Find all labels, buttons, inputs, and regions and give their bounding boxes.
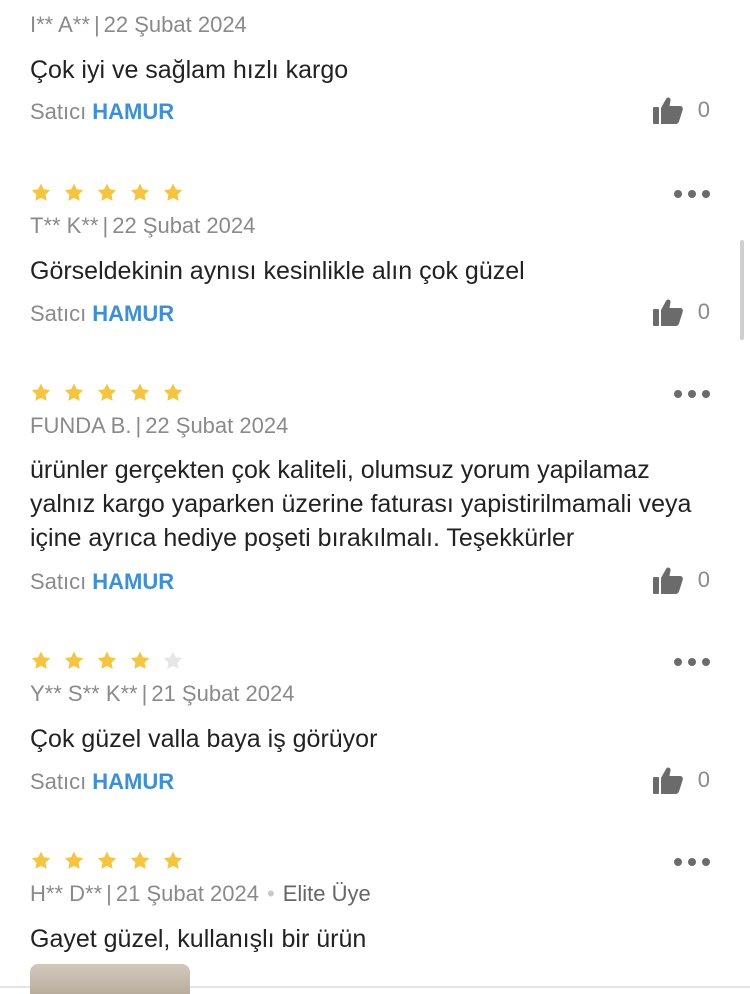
- like-count: 0: [697, 567, 710, 592]
- star-icon: [97, 383, 117, 401]
- review-item: Y** S** K** | 21 Şubat 2024 Çok güzel vall…: [0, 618, 750, 820]
- like-count: 0: [697, 97, 710, 122]
- more-options-icon[interactable]: [674, 656, 710, 668]
- star-icon: [130, 651, 150, 669]
- seller-label: Satıcı: [30, 301, 87, 326]
- seller-label: Satıcı: [30, 99, 87, 124]
- like-button[interactable]: 0: [652, 765, 710, 795]
- review-author: H** D**: [30, 881, 103, 906]
- review-item: I** A** | 22 Şubat 2024 Çok iyi ve sağlam …: [0, 0, 750, 152]
- more-options-icon[interactable]: [674, 856, 710, 868]
- meta-separator: |: [93, 12, 100, 37]
- seller-link[interactable]: HAMUR: [92, 769, 174, 794]
- star-icon: [130, 183, 150, 201]
- seller-info: Satıcı HAMUR: [30, 99, 174, 125]
- meta-separator: |: [135, 413, 142, 438]
- star-icon: [163, 851, 183, 869]
- review-comment: Çok güzel valla baya iş görüyor: [30, 725, 378, 753]
- thumbs-up-shape: [652, 299, 683, 326]
- rating-stars: [30, 850, 184, 872]
- seller-link[interactable]: HAMUR: [92, 99, 174, 124]
- review-date: 22 Şubat 2024: [112, 213, 256, 238]
- meta-dot: •: [267, 881, 275, 906]
- review-photo-thumbnail[interactable]: [30, 964, 190, 994]
- review-meta: I** A** | 22 Şubat 2024: [30, 12, 247, 38]
- star-icon: [64, 851, 84, 869]
- seller-label: Satıcı: [30, 769, 87, 794]
- like-count: 0: [697, 767, 710, 792]
- review-date: 22 Şubat 2024: [145, 413, 289, 438]
- thumbs-up-icon: [652, 297, 684, 327]
- thumbs-up-shape: [652, 567, 683, 594]
- seller-info: Satıcı HAMUR: [30, 301, 174, 327]
- meta-separator: |: [106, 881, 112, 906]
- seller-label: Satıcı: [30, 569, 87, 594]
- seller-info: Satıcı HAMUR: [30, 569, 174, 595]
- star-icon: [31, 651, 51, 669]
- star-icon: [64, 383, 84, 401]
- like-button[interactable]: 0: [652, 565, 710, 595]
- thumbs-up-icon: [652, 95, 684, 125]
- thumbs-up-shape: [652, 767, 683, 794]
- review-comment: Gayet güzel, kullanışlı bir ürün: [30, 925, 367, 953]
- seller-info: Satıcı HAMUR: [30, 769, 174, 795]
- seller-link[interactable]: HAMUR: [92, 569, 174, 594]
- review-meta: FUNDA B. | 22 Şubat 2024: [30, 413, 288, 439]
- review-item: T** K** | 22 Şubat 2024 Görseldekinin aynı…: [0, 150, 750, 352]
- star-icon: [130, 851, 150, 869]
- thumbs-up-icon: [652, 765, 684, 795]
- more-options-icon[interactable]: [674, 188, 710, 200]
- review-meta: T** K** | 22 Şubat 2024: [30, 213, 255, 239]
- review-author: Y** S** K**: [30, 681, 138, 706]
- meta-separator: |: [141, 681, 148, 706]
- review-author: FUNDA B.: [30, 413, 132, 438]
- star-icon: [64, 651, 84, 669]
- rating-stars: [30, 650, 184, 672]
- star-icon: [97, 183, 117, 201]
- star-icon: [163, 383, 183, 401]
- review-comment: Çok iyi ve sağlam hızlı kargo: [30, 56, 349, 84]
- rating-stars: [30, 382, 184, 404]
- star-icon: [163, 651, 183, 669]
- star-icon: [97, 851, 117, 869]
- rating-stars: [30, 182, 184, 204]
- star-icon: [163, 183, 183, 201]
- scrollbar[interactable]: [740, 240, 744, 340]
- review-date: 21 Şubat 2024: [151, 681, 295, 706]
- star-icon: [64, 183, 84, 201]
- star-icon: [97, 651, 117, 669]
- review-date: 21 Şubat 2024: [115, 881, 259, 906]
- elite-member-badge: Elite Üye: [282, 881, 371, 906]
- review-comment: ürünler gerçekten çok kaliteli, olumsuz …: [30, 456, 692, 552]
- thumbs-up-shape: [652, 97, 683, 124]
- review-author: I** A**: [30, 12, 90, 37]
- star-icon: [31, 183, 51, 201]
- seller-link[interactable]: HAMUR: [92, 301, 174, 326]
- review-comment: Görseldekinin aynısı kesinlikle alın çok…: [30, 257, 525, 285]
- review-item: FUNDA B. | 22 Şubat 2024 ürünler gerçekten…: [0, 350, 750, 620]
- review-date: 22 Şubat 2024: [103, 12, 247, 37]
- thumbs-up-icon: [652, 565, 684, 595]
- like-button[interactable]: 0: [652, 95, 710, 125]
- like-button[interactable]: 0: [652, 297, 710, 327]
- review-meta: Y** S** K** | 21 Şubat 2024: [30, 681, 294, 707]
- review-author: T** K**: [30, 213, 99, 238]
- review-item: H** D** | 21 Şubat 2024 • Elite Üye Gayet gü…: [0, 818, 750, 994]
- star-icon: [130, 383, 150, 401]
- star-icon: [31, 383, 51, 401]
- more-options-icon[interactable]: [674, 388, 710, 400]
- like-count: 0: [697, 299, 710, 324]
- meta-separator: |: [102, 213, 109, 238]
- star-icon: [31, 851, 51, 869]
- review-meta: H** D** | 21 Şubat 2024 • Elite Üye: [30, 881, 371, 907]
